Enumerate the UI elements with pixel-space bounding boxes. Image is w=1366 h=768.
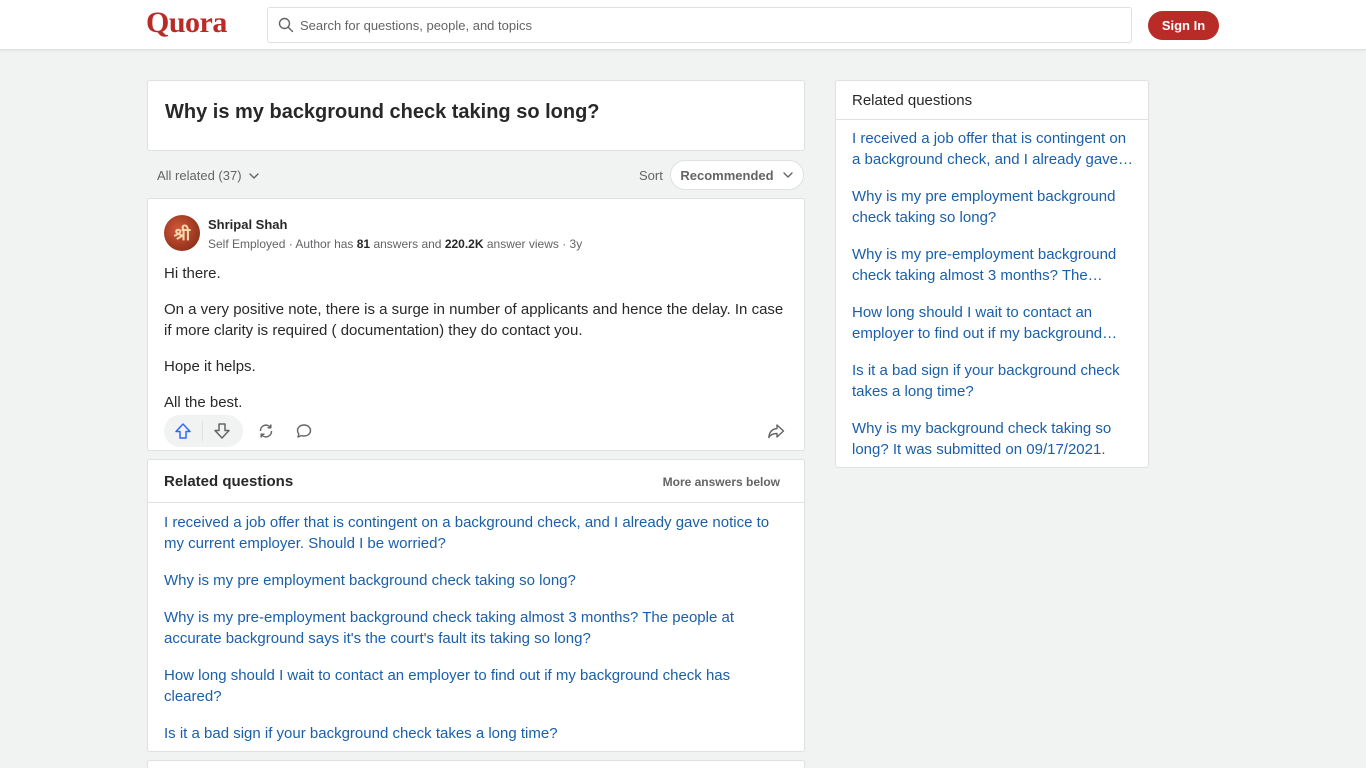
quora-logo[interactable]: Quora: [146, 6, 227, 40]
sidebar-question-link[interactable]: Why is my pre-employment background chec…: [852, 244, 1137, 286]
answer-actions: [164, 415, 789, 447]
sidebar-title: Related questions: [852, 92, 973, 109]
more-answers-below: More answers below: [662, 475, 780, 489]
sort-dropdown[interactable]: Recommended: [670, 160, 804, 190]
answer-paragraph: On a very positive note, there is a surg…: [164, 301, 784, 339]
comment-icon: [296, 424, 312, 438]
sidebar-header: Related questions: [836, 81, 1148, 120]
related-question-link[interactable]: Is it a bad sign if your background chec…: [164, 723, 784, 744]
share-arrow-icon: [768, 424, 785, 439]
views-count: 220.2K: [444, 237, 484, 251]
vote-pill: [164, 415, 243, 447]
meta-mid: answers and: [370, 237, 445, 251]
sidebar-question-link[interactable]: Why is my background check taking so lon…: [852, 418, 1137, 460]
answer-body: Hi there. On a very positive note, there…: [164, 263, 789, 428]
sidebar-question-link[interactable]: Is it a bad sign if your background chec…: [852, 360, 1137, 402]
answer-card: श्री Shripal Shah Self Employed · Author…: [147, 198, 805, 451]
reshare-icon: [259, 424, 273, 438]
related-questions-card: Related questions More answers below I r…: [147, 459, 805, 752]
related-question-link[interactable]: Why is my pre-employment background chec…: [164, 607, 784, 649]
share-reshare-button[interactable]: [247, 415, 285, 447]
all-related-label: All related (37): [157, 168, 242, 183]
related-question-link[interactable]: I received a job offer that is contingen…: [164, 512, 784, 554]
downvote-icon: [214, 423, 230, 439]
sidebar-question-link[interactable]: Why is my pre employment background chec…: [852, 186, 1137, 228]
sidebar-question-link[interactable]: I received a job offer that is contingen…: [852, 128, 1137, 170]
upvote-icon: [175, 423, 191, 439]
upvote-button[interactable]: [164, 415, 202, 447]
meta-suffix: answer views · 3y: [483, 237, 583, 251]
related-questions-list: I received a job offer that is contingen…: [164, 512, 784, 760]
answer-paragraph: All the best.: [164, 394, 243, 411]
all-related-dropdown[interactable]: All related (37): [157, 168, 260, 183]
author-name[interactable]: Shripal Shah: [208, 217, 287, 232]
sort-label: Sort: [639, 168, 663, 183]
question-title: Why is my background check taking so lon…: [165, 101, 600, 123]
share-button[interactable]: [757, 415, 795, 447]
answers-count: 81: [356, 237, 371, 251]
author-credentials: Self Employed · Author has 81 answers an…: [208, 237, 582, 251]
sidebar-related-questions: Related questions I received a job offer…: [835, 80, 1149, 468]
top-header: Quora Sign In: [0, 0, 1366, 50]
answer-paragraph: Hope it helps.: [164, 358, 256, 375]
search-bar[interactable]: [267, 7, 1132, 43]
answer-paragraph: Hi there.: [164, 265, 221, 282]
sidebar-question-list: I received a job offer that is contingen…: [852, 128, 1137, 476]
related-question-link[interactable]: Why is my pre employment background chec…: [164, 570, 784, 591]
related-question-link[interactable]: How long should I wait to contact an emp…: [164, 665, 784, 707]
question-card: Why is my background check taking so lon…: [147, 80, 805, 151]
answer-filter-bar: All related (37) Sort Recommended: [147, 160, 805, 190]
next-answer-card: [147, 760, 805, 768]
downvote-button[interactable]: [203, 415, 241, 447]
related-questions-header: Related questions More answers below: [148, 460, 804, 503]
sidebar-question-link[interactable]: How long should I wait to contact an emp…: [852, 302, 1137, 344]
search-input[interactable]: [300, 17, 1100, 33]
sign-in-button[interactable]: Sign In: [1148, 11, 1219, 40]
chevron-down-icon: [782, 172, 793, 178]
meta-prefix: Self Employed · Author has: [208, 237, 357, 251]
search-icon: [278, 17, 294, 33]
author-avatar[interactable]: श्री: [164, 215, 200, 251]
comment-button[interactable]: [285, 415, 323, 447]
related-questions-title: Related questions: [164, 473, 294, 490]
chevron-down-icon: [248, 172, 259, 179]
sort-value: Recommended: [680, 167, 774, 183]
